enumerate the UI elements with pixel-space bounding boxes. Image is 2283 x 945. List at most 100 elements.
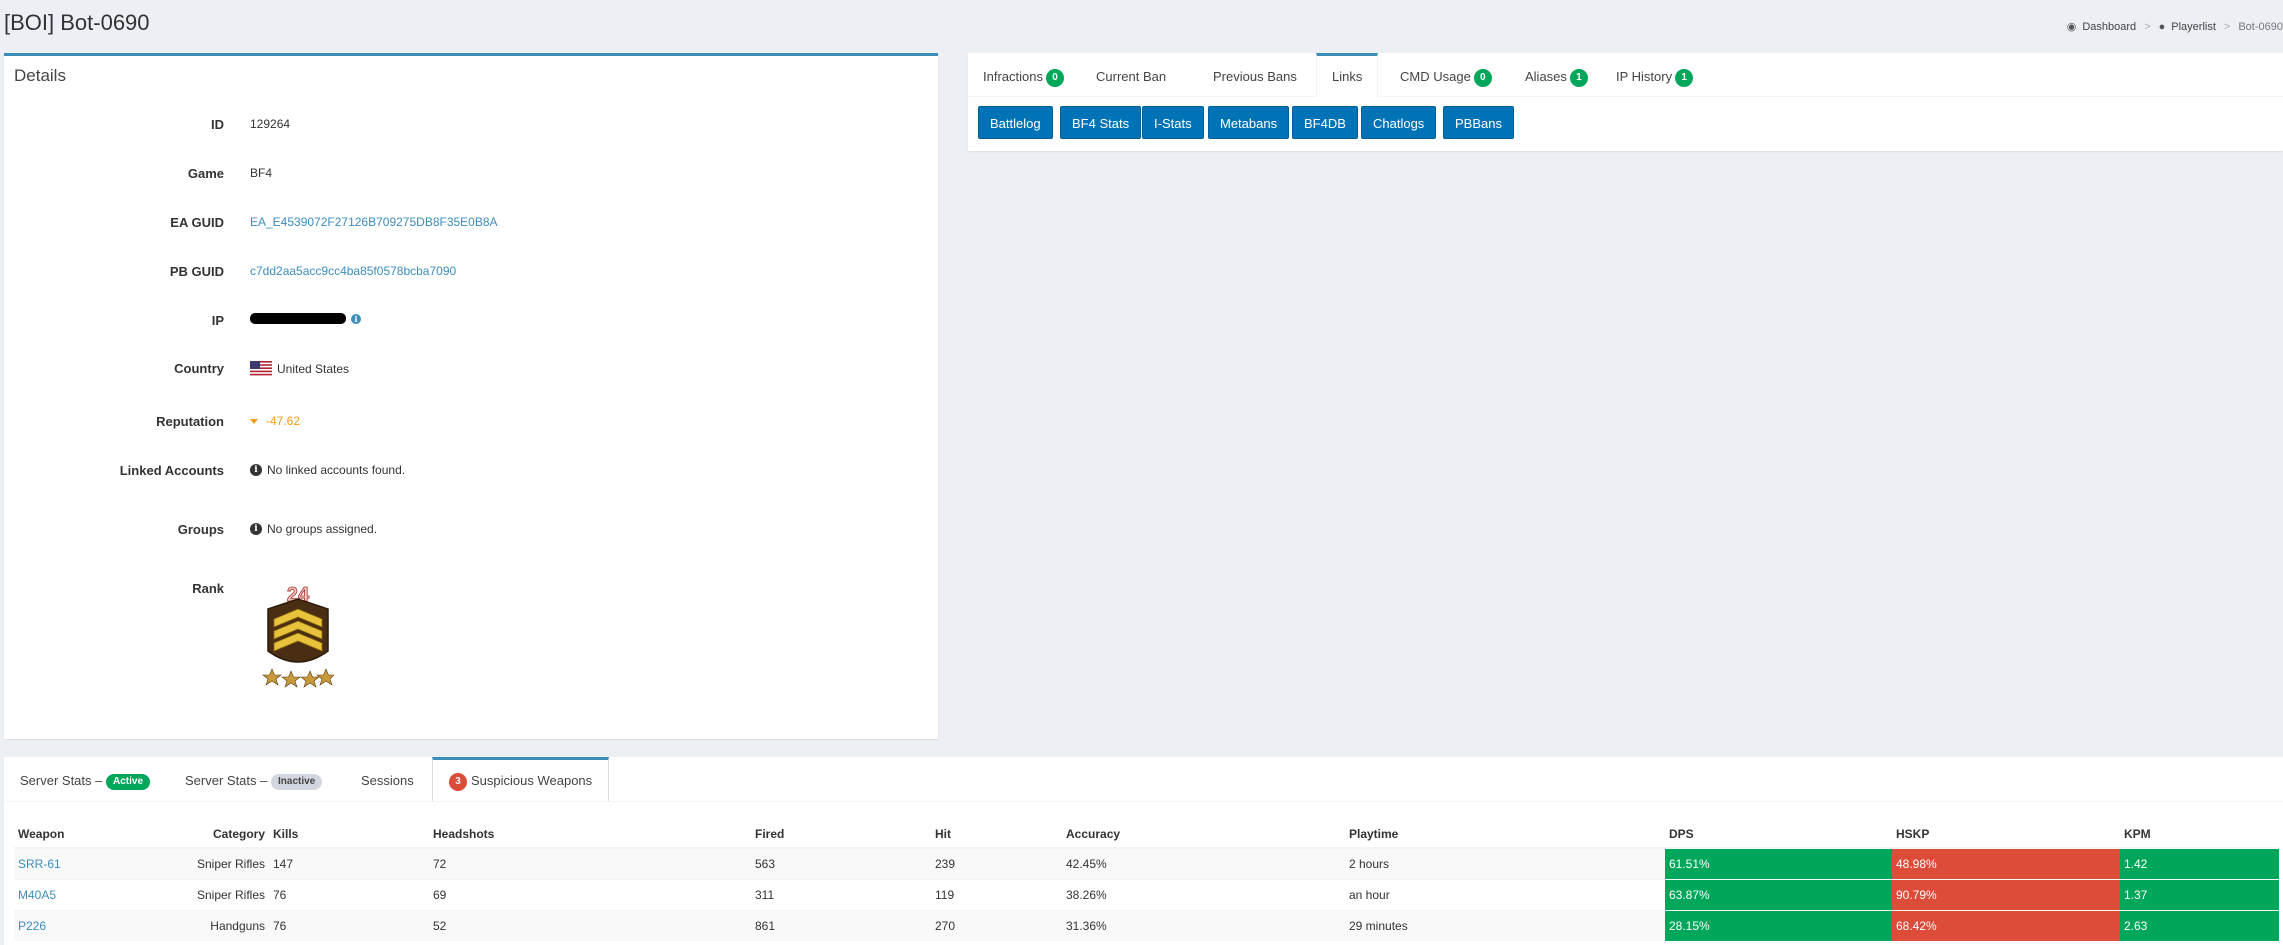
- tab-server-stats-inactive[interactable]: Server Stats – Inactive: [169, 757, 338, 802]
- suspicious-weapons-table: Weapon Category Kills Headshots Fired Hi…: [14, 820, 2279, 941]
- tab-previous-bans[interactable]: Previous Bans: [1198, 53, 1312, 97]
- tab-infractions[interactable]: Infractions 0: [968, 53, 1079, 97]
- detail-row-ip: IP i: [4, 313, 938, 333]
- column-header[interactable]: Headshots: [429, 820, 751, 849]
- detail-row-id: ID 129264: [4, 117, 938, 137]
- cell-fired: 311: [751, 878, 931, 910]
- tab-current-ban[interactable]: Current Ban: [1081, 53, 1181, 97]
- cell-hskp: 68.42%: [1892, 909, 2120, 941]
- detail-value-game: BF4: [250, 166, 273, 180]
- pbbans-button[interactable]: PBBans: [1443, 106, 1514, 139]
- cell-fired: 563: [751, 847, 931, 879]
- tab-suspicious-weapons[interactable]: 3 Suspicious Weapons: [432, 757, 610, 802]
- caret-down-icon: [250, 418, 258, 424]
- tab-bar: Infractions 0 Current Ban Previous Bans L…: [968, 53, 2283, 97]
- column-header[interactable]: Weapon: [14, 820, 134, 849]
- tab-label: Suspicious Weapons: [471, 773, 593, 788]
- column-header[interactable]: Accuracy: [1062, 820, 1345, 849]
- detail-row-pb-guid: PB GUID c7dd2aa5acc9cc4ba85f0578bcba7090: [4, 264, 938, 284]
- cell-category: Handguns: [134, 909, 269, 941]
- column-header[interactable]: Hit: [931, 820, 1062, 849]
- tab-server-stats-active[interactable]: Server Stats – Active: [4, 757, 166, 802]
- reputation-number: -47.62: [266, 414, 301, 428]
- tab-sessions[interactable]: Sessions: [345, 757, 430, 802]
- tab-badge: 0: [1045, 68, 1064, 87]
- tab-label: Links: [1332, 69, 1363, 84]
- cell-dps: 63.87%: [1665, 878, 1892, 910]
- details-title: Details: [14, 66, 66, 85]
- weapon-link[interactable]: SRR-61: [18, 857, 61, 871]
- chatlogs-button[interactable]: Chatlogs: [1361, 106, 1437, 139]
- cell-headshots: 52: [429, 909, 751, 941]
- detail-label: IP: [211, 313, 224, 328]
- weapon-link[interactable]: P226: [18, 919, 46, 933]
- tab-cmd-usage[interactable]: CMD Usage 0: [1385, 53, 1507, 97]
- tab-label: CMD Usage: [1400, 69, 1471, 84]
- detail-row-country: Country United States: [4, 361, 938, 381]
- tab-badge: 1: [1675, 68, 1694, 87]
- breadcrumb-dashboard[interactable]: Dashboard: [2082, 21, 2136, 33]
- metabans-button[interactable]: Metabans: [1208, 106, 1290, 139]
- breadcrumb: ◉ Dashboard > ● Playerlist > Bot-0690: [2067, 20, 2283, 34]
- detail-row-game: Game BF4: [4, 166, 938, 186]
- info-icon: i: [250, 464, 262, 476]
- info-icon: i: [250, 523, 262, 535]
- country-name: United States: [277, 362, 350, 376]
- tab-label: Current Ban: [1096, 69, 1167, 84]
- cell-dps: 28.15%: [1665, 909, 1892, 941]
- cell-accuracy: 42.45%: [1062, 847, 1345, 879]
- cell-dps: 61.51%: [1665, 847, 1892, 879]
- detail-row-groups: Groups i No groups assigned.: [4, 522, 938, 542]
- tab-divider: [4, 801, 2283, 802]
- cell-kills: 76: [269, 909, 429, 941]
- player-tabs-box: Infractions 0 Current Ban Previous Bans L…: [968, 53, 2283, 151]
- table-row: M40A5 Sniper Rifles 76 69 311 119 38.26%…: [14, 878, 2279, 910]
- cell-accuracy: 38.26%: [1062, 878, 1345, 910]
- cell-hit: 270: [931, 909, 1062, 941]
- bf4-stats-button[interactable]: BF4 Stats: [1060, 106, 1142, 139]
- column-header[interactable]: KPM: [2120, 820, 2279, 849]
- ea-guid-link[interactable]: EA_E4539072F27126B709275DB8F35E0B8A: [250, 215, 498, 229]
- pb-guid-link[interactable]: c7dd2aa5acc9cc4ba85f0578bcba7090: [250, 264, 456, 278]
- breadcrumb-current: Bot-0690: [2238, 20, 2283, 33]
- tab-ip-history[interactable]: IP History 1: [1601, 53, 1708, 97]
- column-header[interactable]: DPS: [1665, 820, 1892, 849]
- column-header[interactable]: Playtime: [1345, 820, 1665, 849]
- detail-label: Linked Accounts: [119, 463, 224, 478]
- column-header[interactable]: Category: [134, 820, 269, 849]
- stats-box: Server Stats – Active Server Stats – Ina…: [4, 757, 2283, 945]
- i-stats-button[interactable]: I-Stats: [1142, 106, 1204, 139]
- column-header[interactable]: Kills: [269, 820, 429, 849]
- breadcrumb-playerlist[interactable]: Playerlist: [2171, 21, 2216, 33]
- detail-row-ea-guid: EA GUID EA_E4539072F27126B709275DB8F35E0…: [4, 215, 938, 235]
- detail-label: EA GUID: [170, 215, 224, 230]
- detail-label: Game: [187, 166, 224, 181]
- tab-aliases[interactable]: Aliases 1: [1510, 53, 1603, 97]
- battlelog-button[interactable]: Battlelog: [978, 106, 1053, 139]
- cell-hskp: 48.98%: [1892, 847, 2120, 879]
- tab-label: Previous Bans: [1213, 69, 1297, 84]
- linked-accounts-text: No linked accounts found.: [267, 463, 406, 477]
- status-badge: Active: [106, 773, 151, 790]
- country-value: United States: [250, 361, 349, 377]
- cell-kills: 147: [269, 847, 429, 879]
- users-icon: ●: [2158, 20, 2166, 33]
- tab-links[interactable]: Links: [1316, 53, 1379, 97]
- cell-hit: 239: [931, 847, 1062, 879]
- info-icon[interactable]: i: [351, 313, 361, 324]
- cell-accuracy: 31.36%: [1062, 909, 1345, 941]
- cell-kpm: 2.63: [2120, 909, 2279, 941]
- tab-label: Sessions: [361, 773, 414, 788]
- breadcrumb-separator: >: [2223, 20, 2231, 33]
- column-header[interactable]: Fired: [751, 820, 931, 849]
- bf4db-button[interactable]: BF4DB: [1292, 106, 1358, 139]
- weapon-link[interactable]: M40A5: [18, 888, 56, 902]
- column-header[interactable]: HSKP: [1892, 820, 2120, 849]
- cell-hit: 119: [931, 878, 1062, 910]
- tab-badge: 1: [1569, 68, 1588, 87]
- status-badge: Inactive: [271, 773, 323, 790]
- reputation-value: -47.62: [250, 414, 300, 428]
- groups-value: i No groups assigned.: [250, 522, 377, 536]
- breadcrumb-separator: >: [2144, 20, 2151, 33]
- cell-hskp: 90.79%: [1892, 878, 2120, 910]
